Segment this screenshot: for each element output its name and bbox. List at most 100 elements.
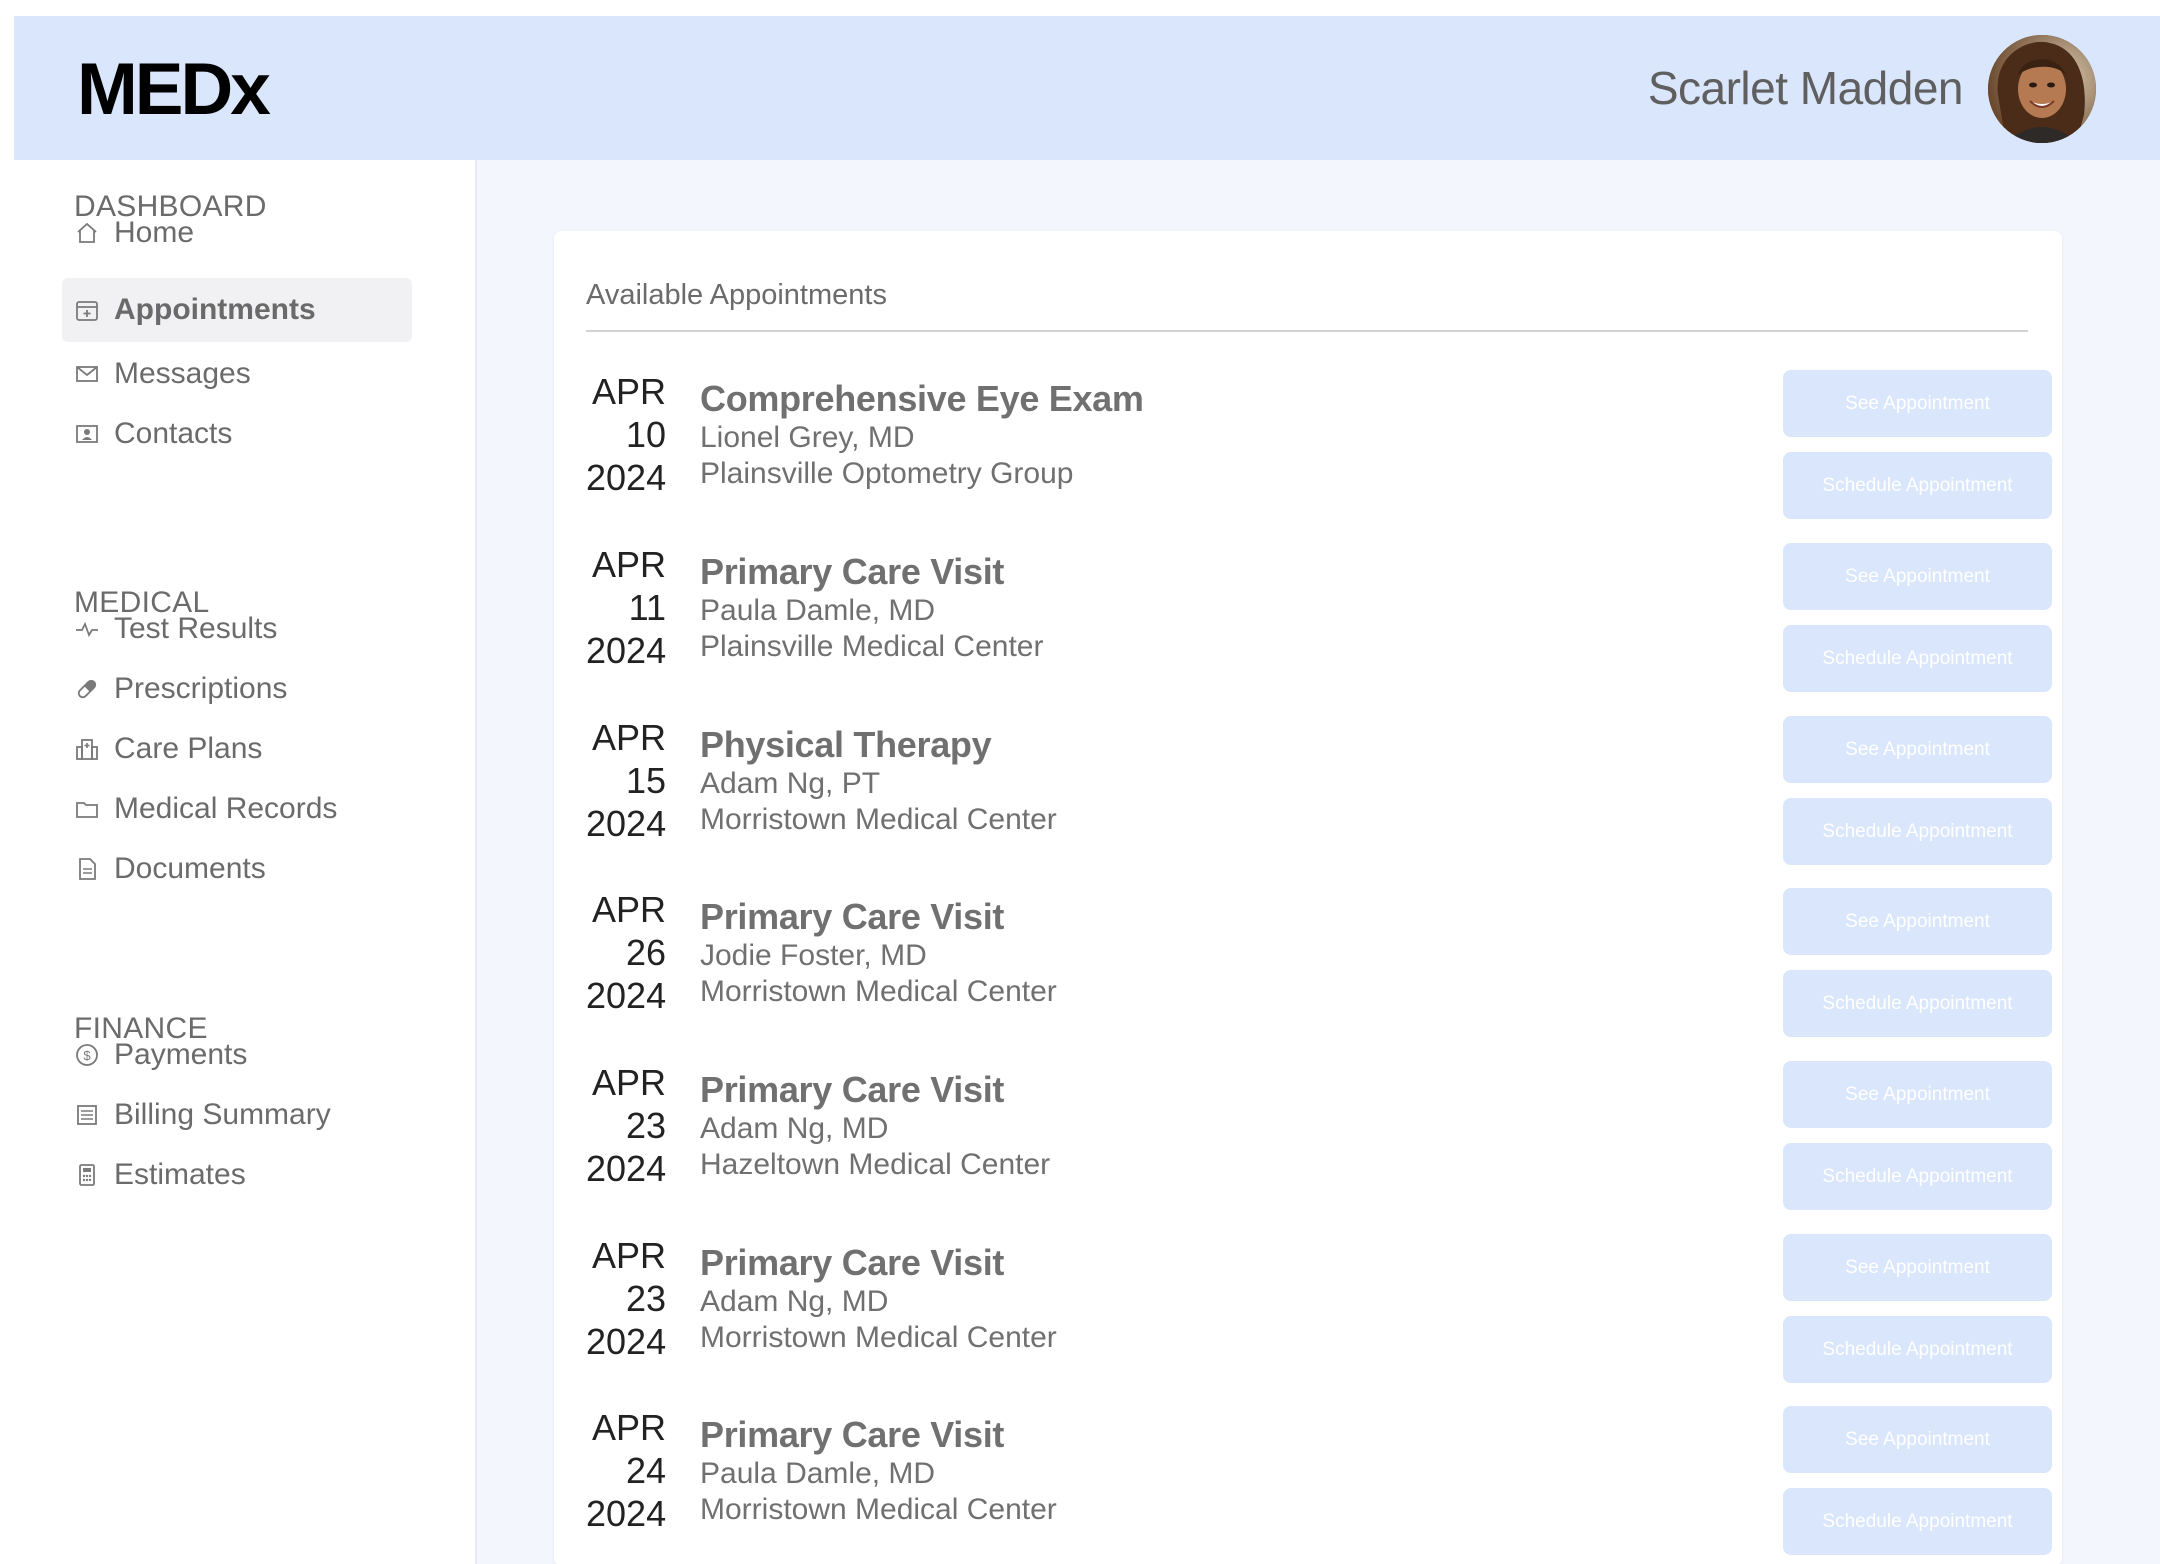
date-year: 2024 <box>586 1493 667 1534</box>
date-year: 2024 <box>586 975 667 1016</box>
schedule-appointment-button[interactable]: Schedule Appointment <box>1783 1143 2052 1210</box>
sidebar-item-label: Care Plans <box>114 732 263 765</box>
sidebar-item-contacts[interactable]: Contacts <box>62 402 412 466</box>
appointment-doctor: Adam Ng, MD <box>700 1285 889 1318</box>
sidebar: DASHBOARD Home Appointments Messages Con… <box>14 160 477 1564</box>
appointment-row: APR 23 2024 Primary Care Visit Adam Ng, … <box>554 1049 2062 1221</box>
appointment-date: APR 24 2024 <box>586 1406 666 1535</box>
appointment-date: APR 23 2024 <box>586 1234 666 1363</box>
appointment-title: Primary Care Visit <box>700 896 1005 937</box>
date-day: 10 <box>625 414 666 455</box>
appointment-title: Comprehensive Eye Exam <box>700 378 1144 419</box>
sidebar-item-label: Prescriptions <box>114 672 288 705</box>
app-logo[interactable]: MEDx <box>77 53 271 126</box>
appointment-row: APR 24 2024 Primary Care Visit Paula Dam… <box>554 1394 2062 1564</box>
sidebar-item-payments[interactable]: $ Payments <box>62 1023 412 1087</box>
date-year: 2024 <box>586 803 667 844</box>
date-month: APR <box>591 1407 666 1448</box>
date-year: 2024 <box>586 630 667 671</box>
folder-icon <box>74 796 100 822</box>
see-appointment-button[interactable]: See Appointment <box>1783 888 2052 955</box>
sidebar-item-label: Estimates <box>114 1158 246 1191</box>
see-appointment-button[interactable]: See Appointment <box>1783 716 2052 783</box>
appointment-row: APR 23 2024 Primary Care Visit Adam Ng, … <box>554 1222 2062 1394</box>
schedule-appointment-button[interactable]: Schedule Appointment <box>1783 970 2052 1037</box>
see-appointment-button[interactable]: See Appointment <box>1783 1406 2052 1473</box>
sidebar-item-label: Appointments <box>114 293 316 326</box>
appointment-date: APR 10 2024 <box>586 370 666 499</box>
dollar-coin-icon: $ <box>74 1042 100 1068</box>
appointment-row: APR 26 2024 Primary Care Visit Jodie Fos… <box>554 876 2062 1048</box>
calendar-icon <box>74 297 100 323</box>
user-name[interactable]: Scarlet Madden <box>1648 61 1964 115</box>
top-header: MEDx Scarlet Madden <box>14 16 2160 160</box>
see-appointment-button[interactable]: See Appointment <box>1783 1234 2052 1301</box>
sidebar-item-care-plans[interactable]: Care Plans <box>62 717 412 781</box>
appointment-title: Primary Care Visit <box>700 551 1005 592</box>
sidebar-item-label: Payments <box>114 1038 248 1071</box>
appointment-row: APR 15 2024 Physical Therapy Adam Ng, PT… <box>554 704 2062 876</box>
date-day: 24 <box>625 1450 666 1491</box>
sidebar-item-label: Billing Summary <box>114 1098 331 1131</box>
schedule-appointment-button[interactable]: Schedule Appointment <box>1783 452 2052 519</box>
card-title: Available Appointments <box>586 279 887 311</box>
appointment-doctor: Paula Damle, MD <box>700 1457 936 1490</box>
see-appointment-button[interactable]: See Appointment <box>1783 370 2052 437</box>
sidebar-item-test-results[interactable]: Test Results <box>62 597 412 661</box>
appointment-title: Primary Care Visit <box>700 1414 1005 1455</box>
date-year: 2024 <box>586 457 667 498</box>
receipt-icon <box>74 1102 100 1128</box>
appointment-location: Hazeltown Medical Center <box>700 1148 1051 1181</box>
appointment-row: APR 11 2024 Primary Care Visit Paula Dam… <box>554 531 2062 703</box>
date-year: 2024 <box>586 1321 667 1362</box>
pulse-icon <box>74 616 100 642</box>
sidebar-item-label: Test Results <box>114 612 278 645</box>
sidebar-item-label: Messages <box>114 357 251 390</box>
sidebar-item-label: Medical Records <box>114 792 338 825</box>
date-month: APR <box>591 544 666 585</box>
appointment-date: APR 11 2024 <box>586 543 666 672</box>
date-day: 23 <box>625 1278 666 1319</box>
calculator-icon <box>74 1162 100 1188</box>
contact-card-icon <box>74 421 100 447</box>
appointment-date: APR 26 2024 <box>586 888 666 1017</box>
appointment-date: APR 15 2024 <box>586 716 666 845</box>
see-appointment-button[interactable]: See Appointment <box>1783 543 2052 610</box>
sidebar-item-documents[interactable]: Documents <box>62 837 412 901</box>
avatar[interactable] <box>1988 35 2096 143</box>
appointment-doctor: Lionel Grey, MD <box>700 421 915 454</box>
appointment-row: APR 10 2024 Comprehensive Eye Exam Lione… <box>554 358 2062 530</box>
see-appointment-button[interactable]: See Appointment <box>1783 1061 2052 1128</box>
date-month: APR <box>591 371 666 412</box>
sidebar-item-billing-summary[interactable]: Billing Summary <box>62 1083 412 1147</box>
app-window: MEDx Scarlet Madden DASHBOARD Home Appoi… <box>14 16 2160 1564</box>
schedule-appointment-button[interactable]: Schedule Appointment <box>1783 798 2052 865</box>
date-year: 2024 <box>586 1148 667 1189</box>
appointments-card: Available Appointments APR 10 2024 Compr… <box>554 231 2062 1564</box>
appointment-location: Morristown Medical Center <box>700 1321 1057 1354</box>
schedule-appointment-button[interactable]: Schedule Appointment <box>1783 1316 2052 1383</box>
divider <box>586 330 2028 332</box>
date-day: 15 <box>625 760 666 801</box>
schedule-appointment-button[interactable]: Schedule Appointment <box>1783 1488 2052 1555</box>
home-icon <box>74 220 100 246</box>
sidebar-item-medical-records[interactable]: Medical Records <box>62 777 412 841</box>
date-month: APR <box>591 717 666 758</box>
sidebar-item-label: Contacts <box>114 417 233 450</box>
appointment-title: Primary Care Visit <box>700 1242 1005 1283</box>
sidebar-item-appointments[interactable]: Appointments <box>62 278 412 342</box>
appointment-location: Morristown Medical Center <box>700 1493 1057 1526</box>
pill-icon <box>74 676 100 702</box>
date-month: APR <box>591 889 666 930</box>
schedule-appointment-button[interactable]: Schedule Appointment <box>1783 625 2052 692</box>
sidebar-item-home[interactable]: Home <box>62 201 412 265</box>
sidebar-item-prescriptions[interactable]: Prescriptions <box>62 657 412 721</box>
appointment-doctor: Jodie Foster, MD <box>700 939 927 972</box>
appointment-doctor: Adam Ng, MD <box>700 1112 889 1145</box>
document-icon <box>74 856 100 882</box>
appointment-title: Physical Therapy <box>700 724 992 765</box>
sidebar-item-messages[interactable]: Messages <box>62 342 412 406</box>
appointment-date: APR 23 2024 <box>586 1061 666 1190</box>
sidebar-item-estimates[interactable]: Estimates <box>62 1143 412 1207</box>
appointment-doctor: Adam Ng, PT <box>700 767 881 800</box>
